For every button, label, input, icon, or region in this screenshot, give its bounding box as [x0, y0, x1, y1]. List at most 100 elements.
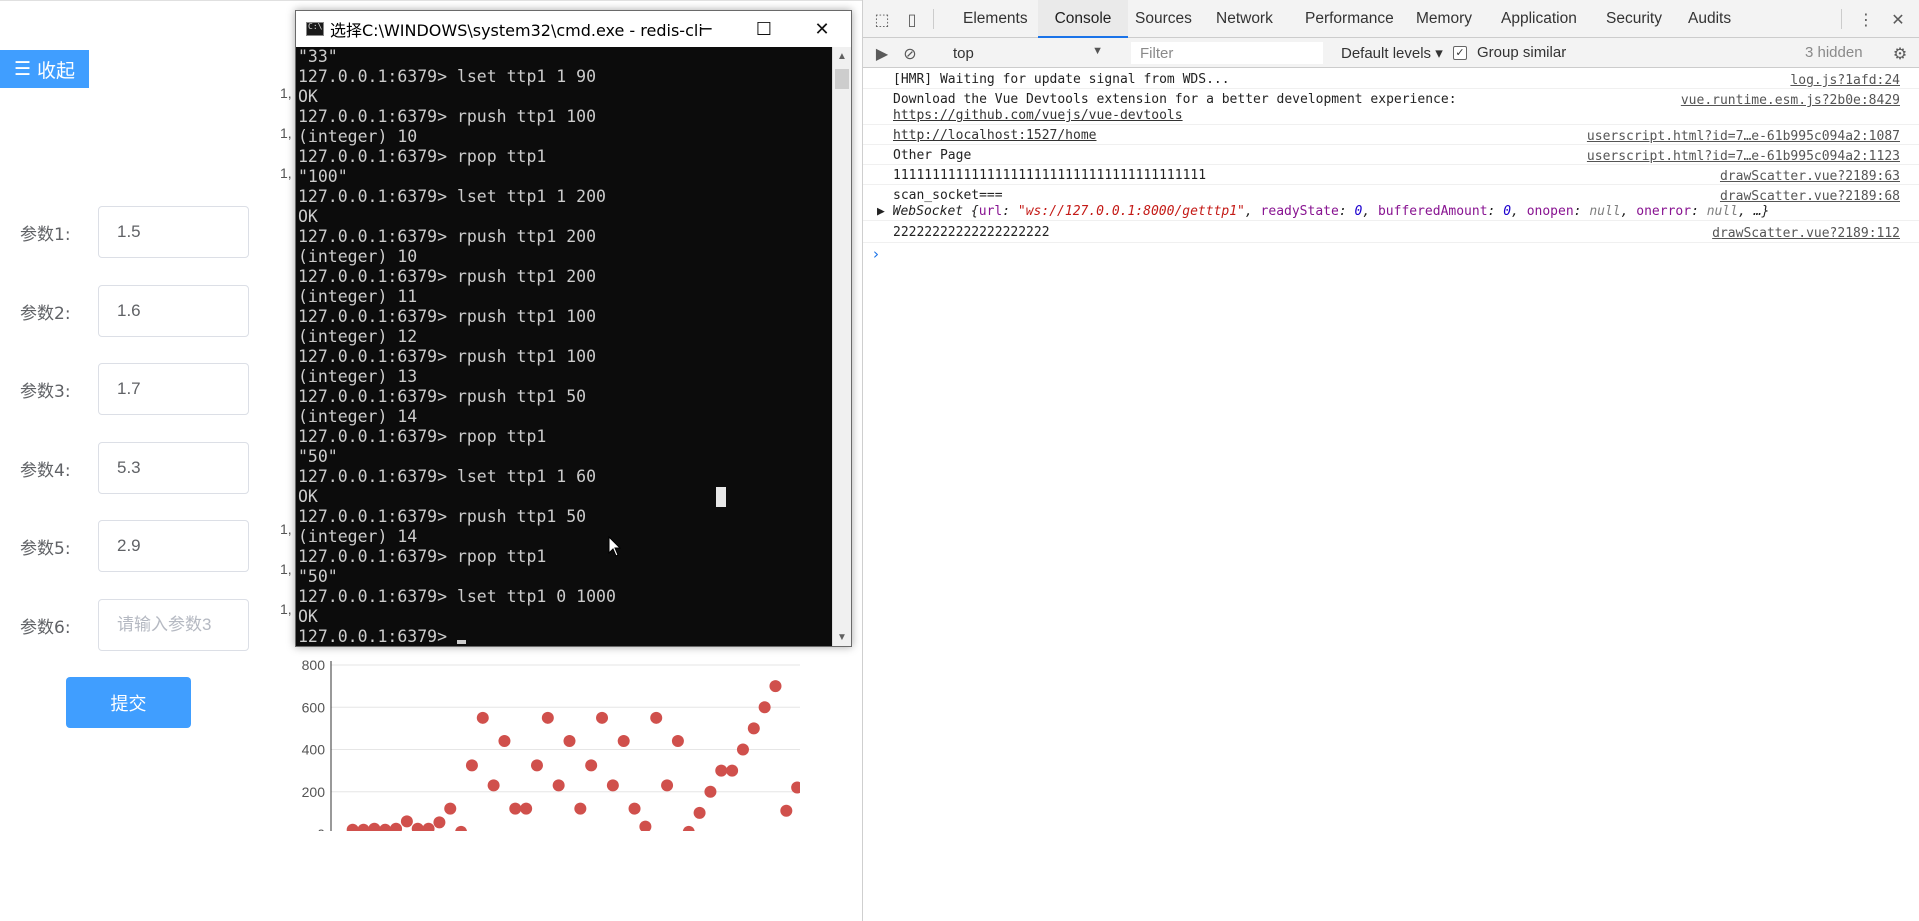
tab-elements[interactable]: Elements	[963, 0, 1028, 38]
cmd-scrollbar[interactable]: ▲ ▼	[832, 47, 851, 646]
devtools-tabbar: ⬚ ▯ Elements Console Sources Network Per…	[863, 0, 1919, 38]
object-key: onerror	[1636, 204, 1692, 219]
param-label: 参数2:	[20, 304, 71, 324]
collapse-label: 收起	[37, 59, 76, 82]
param-label: 参数4:	[20, 461, 71, 481]
source-link[interactable]: drawScatter.vue?2189:112	[1712, 226, 1900, 241]
close-devtools-icon[interactable]: ✕	[1887, 8, 1909, 30]
scroll-down-icon[interactable]: ▼	[833, 628, 851, 646]
console-message: Other Page userscript.html?id=7…e-61b995…	[863, 145, 1919, 165]
message-link[interactable]: https://github.com/vuejs/vue-devtools	[893, 108, 1183, 123]
param-label: 参数3:	[20, 382, 71, 402]
terminal-line: 127.0.0.1:6379> lset ttp1 1 200	[298, 187, 606, 206]
source-link[interactable]: drawScatter.vue?2189:68	[1720, 189, 1900, 204]
object-value: "ws://127.0.0.1:8000/getttp1"	[1017, 204, 1245, 219]
clear-console-icon[interactable]: ⊘	[899, 42, 921, 64]
axis-label-fragment: 1,	[280, 165, 292, 181]
collapse-button[interactable]: ☰ 收起	[0, 50, 89, 88]
param3-input[interactable]	[98, 363, 249, 415]
console-message: scan_socket=== drawScatter.vue?2189:68 ▶…	[863, 185, 1919, 221]
submit-button[interactable]: 提交	[66, 677, 191, 728]
terminal-line: (integer) 14	[298, 527, 418, 546]
tab-performance[interactable]: Performance	[1305, 0, 1394, 38]
expand-triangle-icon[interactable]: ▶	[877, 204, 893, 219]
source-link[interactable]: userscript.html?id=7…e-61b995c094a2:1087	[1587, 129, 1900, 144]
sidebar-toggle-icon[interactable]: ▶	[871, 42, 893, 64]
scatter-point	[422, 822, 435, 831]
context-select[interactable]: top ▼	[941, 42, 1109, 64]
scatter-point	[726, 764, 739, 777]
filter-input[interactable]	[1131, 42, 1323, 64]
terminal-line: 127.0.0.1:6379> rpop ttp1	[298, 427, 547, 446]
scatter-point	[400, 815, 413, 828]
more-options-icon[interactable]: ⋮	[1855, 8, 1877, 30]
gear-icon[interactable]: ⚙	[1889, 42, 1911, 64]
cmd-window-title: 选择C:\WINDOWS\system32\cmd.exe - redis-cl…	[330, 21, 703, 40]
cmd-window[interactable]: 选择C:\WINDOWS\system32\cmd.exe - redis-cl…	[295, 10, 852, 647]
terminal-line: (integer) 14	[298, 407, 418, 426]
terminal-block-cursor	[716, 487, 726, 507]
devtools-panel: ⬚ ▯ Elements Console Sources Network Per…	[862, 0, 1919, 921]
scatter-point	[704, 785, 717, 798]
scatter-point	[682, 825, 695, 831]
terminal-line: 127.0.0.1:6379> rpop ttp1	[298, 547, 547, 566]
group-similar-label: Group similar	[1477, 44, 1567, 61]
close-icon[interactable]: ✕	[793, 11, 851, 47]
scatter-point	[574, 802, 587, 815]
minimize-icon[interactable]: ─	[677, 11, 735, 47]
object-key: bufferedAmount	[1377, 204, 1488, 219]
scatter-point	[346, 823, 359, 831]
source-link[interactable]: userscript.html?id=7…e-61b995c094a2:1123	[1587, 149, 1900, 164]
group-similar-checkbox[interactable]: ✓	[1453, 46, 1467, 60]
log-levels-dropdown[interactable]: Default levels ▾	[1341, 44, 1443, 62]
scatter-point	[444, 802, 457, 815]
axis-label-fragment: 1,	[280, 521, 292, 537]
source-link[interactable]: log.js?1afd:24	[1790, 73, 1900, 88]
scatter-point	[368, 822, 381, 831]
param4-input[interactable]	[98, 442, 249, 494]
cmd-titlebar[interactable]: 选择C:\WINDOWS\system32\cmd.exe - redis-cl…	[296, 11, 851, 47]
terminal-text-cursor	[456, 640, 466, 644]
terminal-line: 127.0.0.1:6379> rpush ttp1 50	[298, 507, 587, 526]
param2-input[interactable]	[98, 285, 249, 337]
terminal-line: 127.0.0.1:6379> rpush ttp1 200	[298, 227, 597, 246]
tab-network[interactable]: Network	[1216, 0, 1273, 38]
tab-application[interactable]: Application	[1501, 0, 1577, 38]
websocket-object[interactable]: ▶ WebSocket {url: "ws://127.0.0.1:8000/g…	[877, 204, 1769, 219]
terminal-line: OK	[298, 207, 318, 226]
scatter-point	[520, 802, 533, 815]
scatter-point	[357, 823, 370, 831]
console-prompt-row[interactable]: ›	[863, 243, 1919, 267]
param-row-5: 参数5:	[0, 520, 260, 572]
scatter-point	[769, 680, 782, 693]
scatter-point	[639, 820, 652, 831]
scroll-thumb[interactable]	[835, 69, 849, 89]
tab-security[interactable]: Security	[1606, 0, 1662, 38]
scroll-up-icon[interactable]: ▲	[833, 47, 851, 65]
param1-input[interactable]	[98, 206, 249, 258]
console-messages: [HMR] Waiting for update signal from WDS…	[863, 69, 1919, 267]
console-message: Download the Vue Devtools extension for …	[863, 89, 1919, 125]
object-key: readyState	[1260, 204, 1339, 219]
device-toolbar-icon[interactable]: ▯	[901, 8, 923, 30]
param-row-4: 参数4:	[0, 442, 260, 494]
y-tick-label: 400	[302, 742, 326, 758]
source-link[interactable]: drawScatter.vue?2189:63	[1720, 169, 1900, 184]
tab-console[interactable]: Console	[1038, 0, 1128, 38]
param6-input[interactable]	[98, 599, 249, 651]
scatter-point	[509, 802, 522, 815]
scatter-point	[693, 806, 706, 819]
terminal-output[interactable]: "33" 127.0.0.1:6379> lset ttp1 1 90 OK 127.…	[296, 47, 831, 646]
source-link[interactable]: vue.runtime.esm.js?2b0e:8429	[1681, 93, 1900, 108]
inspect-element-icon[interactable]: ⬚	[871, 8, 893, 30]
terminal-line: OK	[298, 487, 318, 506]
maximize-icon[interactable]: ☐	[735, 11, 793, 47]
tab-audits[interactable]: Audits	[1688, 0, 1731, 38]
tab-memory[interactable]: Memory	[1416, 0, 1472, 38]
scatter-point	[747, 722, 760, 735]
scatter-point	[411, 822, 424, 831]
y-tick-label: 600	[302, 699, 326, 715]
tab-sources[interactable]: Sources	[1135, 0, 1192, 38]
param5-input[interactable]	[98, 520, 249, 572]
message-link[interactable]: http://localhost:1527/home	[893, 128, 1097, 143]
